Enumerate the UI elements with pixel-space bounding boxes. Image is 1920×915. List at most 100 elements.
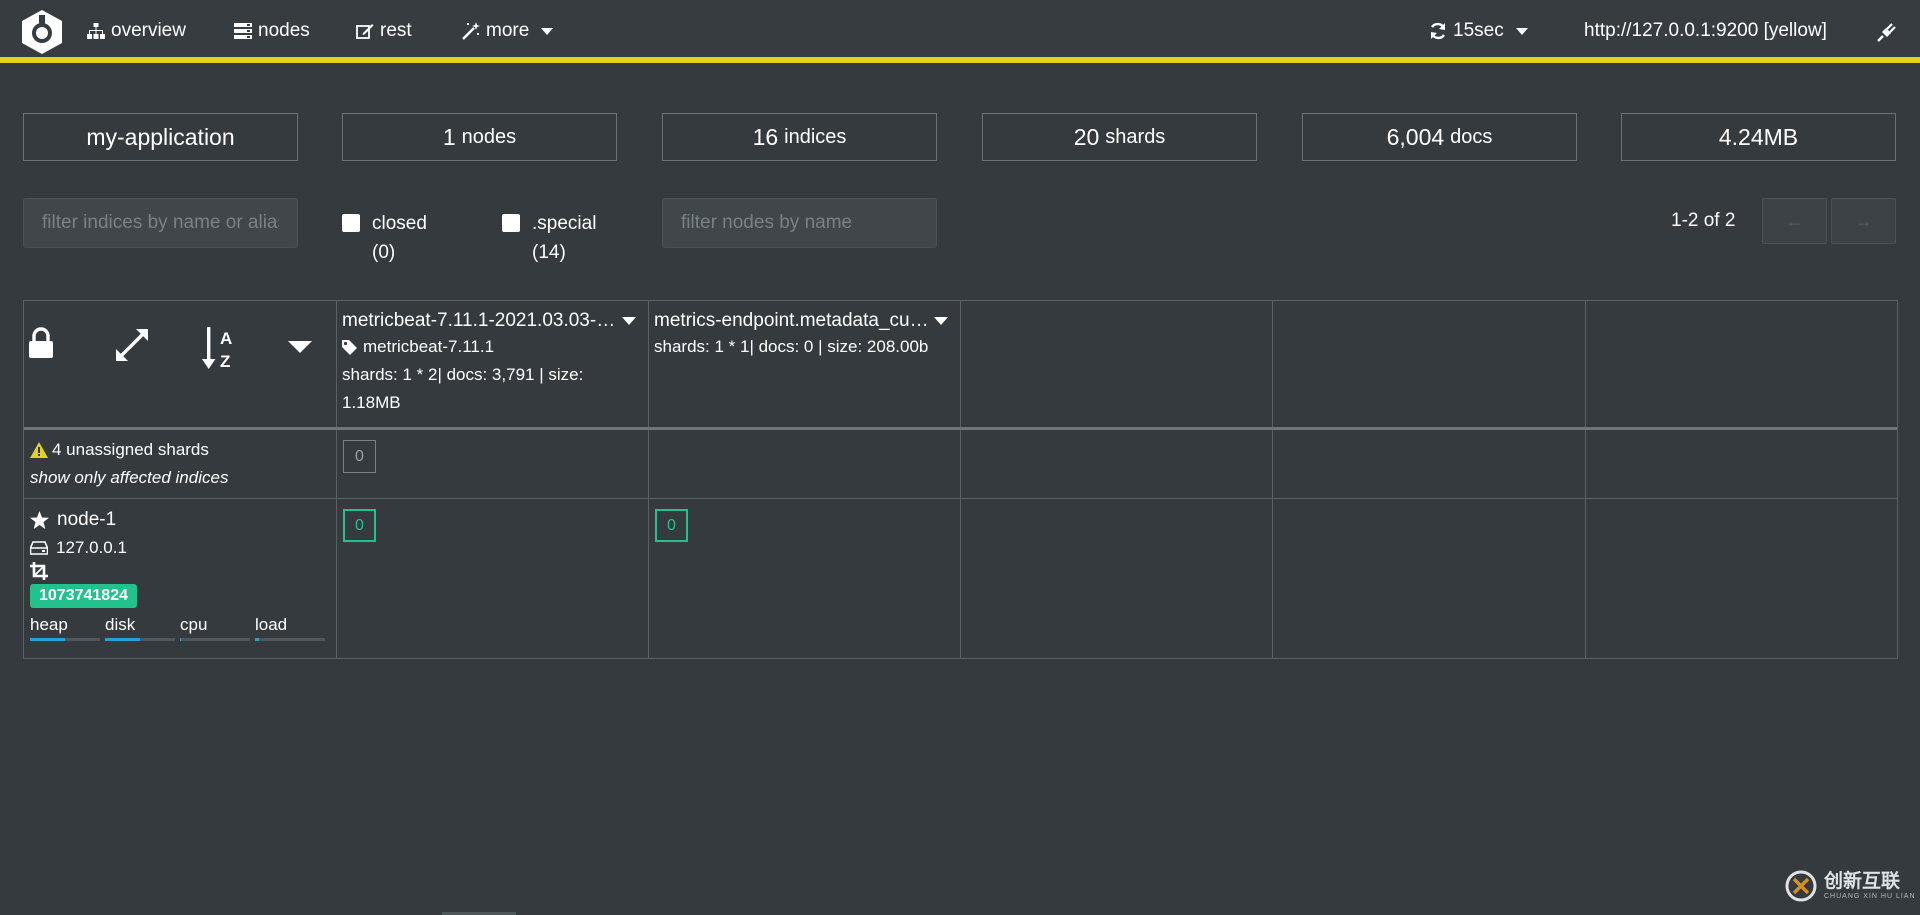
cluster-size-box: 4.24MB: [1621, 113, 1896, 161]
metric-heap: heap: [30, 614, 105, 641]
nodes-count-box: 1 nodes: [342, 113, 617, 161]
node-name[interactable]: node-1: [57, 506, 116, 534]
docs-count: 6,004: [1386, 123, 1445, 150]
nav-overview[interactable]: overview: [87, 18, 186, 44]
nav-more-label: more: [486, 20, 530, 41]
filter-indices-input[interactable]: [23, 198, 298, 248]
closed-checkbox[interactable]: [342, 214, 360, 232]
closed-label: closed: [372, 213, 427, 234]
nav-more-dropdown[interactable]: more: [462, 18, 554, 44]
expand-icon[interactable]: [114, 327, 150, 363]
metric-fill: [180, 638, 182, 641]
metric-label: cpu: [180, 615, 208, 634]
prev-page-button[interactable]: ←: [1762, 198, 1827, 244]
navbar: overview nodes rest more 15sec http://12…: [0, 0, 1920, 63]
special-count: (14): [532, 242, 566, 263]
indices-count: 16: [752, 123, 779, 150]
svg-text:Z: Z: [220, 352, 230, 371]
primary-shard[interactable]: 0: [343, 509, 376, 542]
closed-filter[interactable]: closed (0): [342, 209, 427, 267]
index-alias: metricbeat-7.11.1: [342, 333, 642, 361]
grid-divider: [648, 301, 649, 658]
metric-bar: [30, 638, 100, 641]
shards-count-box: 20 shards: [982, 113, 1257, 161]
nodes-count: 1: [442, 123, 456, 150]
nodes-unit: nodes: [461, 125, 517, 148]
refresh-interval-dropdown[interactable]: 15sec: [1429, 18, 1528, 44]
disconnect-button[interactable]: [1877, 18, 1899, 44]
closed-count: (0): [372, 242, 396, 263]
metric-fill: [255, 638, 259, 641]
show-affected-indices-link[interactable]: show only affected indices: [30, 463, 228, 493]
index-stats: shards: 1 * 2| docs: 3,791 | size: 1.18M…: [342, 365, 584, 412]
special-checkbox[interactable]: [502, 214, 520, 232]
index-name[interactable]: metricbeat-7.11.1-2021.03.03-000001: [342, 309, 622, 333]
magic-wand-icon: [462, 22, 480, 40]
metric-label: disk: [105, 615, 136, 634]
refresh-interval-label: 15sec: [1453, 20, 1504, 41]
metric-load: load: [255, 614, 330, 641]
grid-divider: [1585, 301, 1586, 658]
unassigned-shard[interactable]: 0: [343, 440, 376, 473]
unassigned-text: 4 unassigned shards: [52, 440, 209, 459]
metric-cpu: cpu: [180, 614, 255, 641]
grid-divider: [960, 301, 961, 658]
node-ip: 127.0.0.1: [56, 538, 127, 557]
watermark-logo-icon: [1785, 870, 1817, 902]
lock-icon[interactable]: [28, 327, 54, 359]
watermark-text: 创新互联: [1824, 870, 1901, 892]
docs-count-box: 6,004 docs: [1302, 113, 1577, 161]
index-header[interactable]: metricbeat-7.11.1-2021.03.03-000001 metr…: [342, 309, 642, 417]
arrow-left-icon: ←: [1785, 210, 1804, 231]
metric-fill: [105, 638, 140, 641]
metric-bar: [105, 638, 175, 641]
shards-unit: shards: [1105, 125, 1166, 148]
index-name[interactable]: metrics-endpoint.metadata_current_defaul…: [654, 309, 934, 333]
cluster-connection[interactable]: http://127.0.0.1:9200 [yellow]: [1584, 18, 1827, 44]
plug-icon: [1877, 23, 1896, 42]
node-ip-row: 127.0.0.1: [30, 534, 330, 562]
caret-down-icon[interactable]: [288, 341, 312, 353]
index-header[interactable]: metrics-endpoint.metadata_current_defaul…: [654, 309, 954, 361]
pagination-info: 1-2 of 2: [1671, 210, 1736, 231]
crop-icon: [30, 562, 48, 580]
next-page-button[interactable]: →: [1831, 198, 1896, 244]
sort-alpha-icon[interactable]: A Z: [202, 327, 240, 371]
indices-count-box: 16 indices: [662, 113, 937, 161]
index-stats: shards: 1 * 1| docs: 0 | size: 208.00b: [654, 337, 929, 356]
metric-bar: [180, 638, 250, 641]
tag-icon: [342, 339, 357, 355]
grid-row-divider: [24, 498, 1897, 499]
node-id-badge: 1073741824: [30, 584, 137, 608]
metric-disk: disk: [105, 614, 180, 641]
filter-nodes-input[interactable]: [662, 198, 937, 248]
docs-unit: docs: [1450, 125, 1493, 148]
warning-icon: [30, 442, 48, 458]
edit-icon: [356, 24, 374, 39]
index-menu-caret-icon[interactable]: [934, 317, 948, 325]
cluster-connection-url: http://127.0.0.1:9200 [yellow]: [1584, 20, 1827, 41]
cluster-overview-grid: A Z metricbeat-7.11.1-2021.03.03-000001 …: [23, 300, 1898, 659]
nav-nodes[interactable]: nodes: [234, 18, 310, 44]
hdd-icon: [30, 541, 48, 555]
nav-rest[interactable]: rest: [356, 18, 412, 44]
watermark: 创新互联 CHUANG XIN HU LIAN: [1784, 869, 1916, 903]
node-metrics: heap disk cpu load: [30, 614, 330, 641]
nav-overview-label: overview: [111, 20, 186, 41]
unassigned-shards-cell: 4 unassigned shards show only affected i…: [30, 437, 228, 493]
cluster-name-box: my-application: [23, 113, 298, 161]
nav-nodes-label: nodes: [258, 20, 310, 41]
cerebro-logo-icon[interactable]: [20, 9, 64, 55]
nav-rest-label: rest: [380, 20, 412, 41]
node-info-cell: node-1 127.0.0.1 1073741824 heap disk cp…: [30, 506, 330, 641]
chevron-down-icon: [1515, 27, 1528, 35]
index-alias-label: metricbeat-7.11.1: [363, 337, 495, 356]
metric-label: load: [255, 615, 288, 634]
primary-shard[interactable]: 0: [655, 509, 688, 542]
special-filter[interactable]: .special (14): [502, 209, 596, 267]
server-icon: [234, 23, 252, 39]
svg-text:A: A: [220, 329, 232, 348]
node-name-row: node-1: [30, 506, 330, 534]
star-icon: [30, 511, 49, 529]
index-menu-caret-icon[interactable]: [622, 317, 636, 325]
